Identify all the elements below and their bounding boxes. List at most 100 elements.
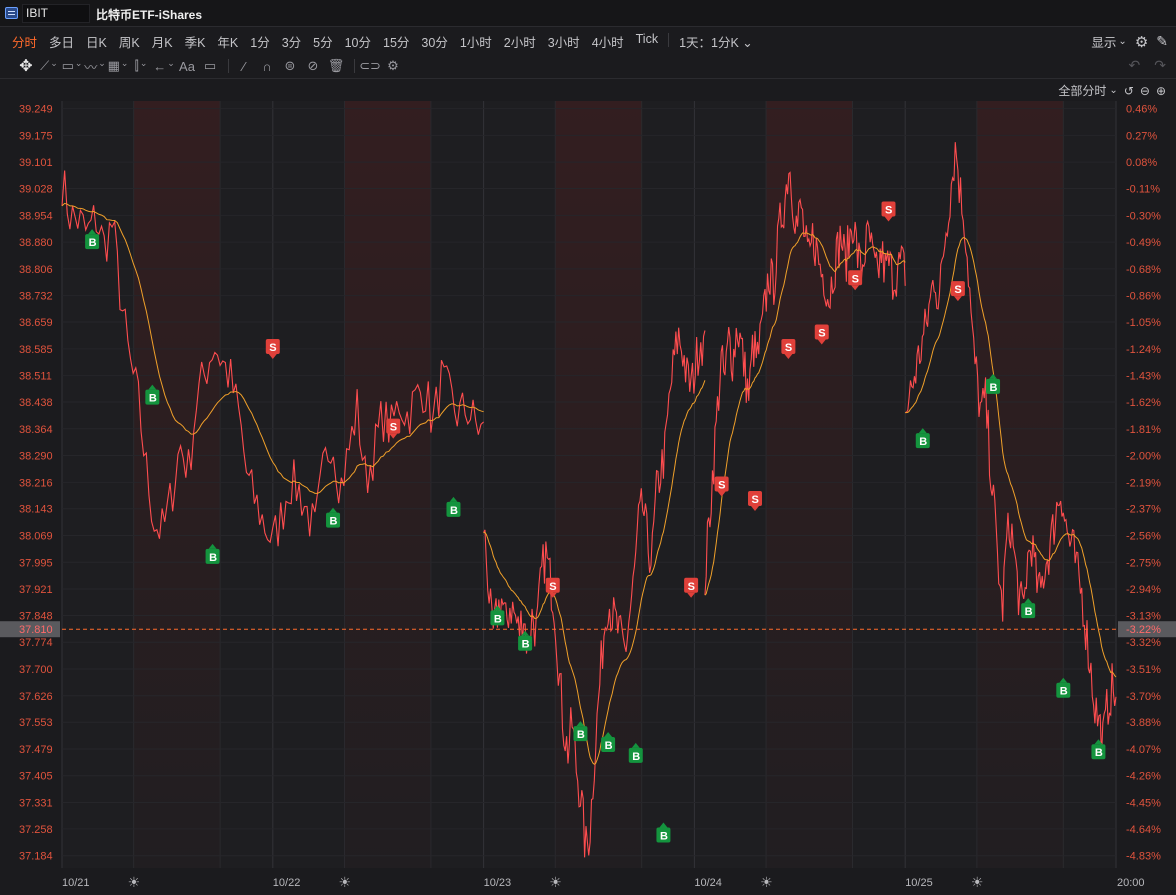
- period-tab[interactable]: 月K: [152, 32, 173, 51]
- magnet-icon[interactable]: ∩: [257, 57, 277, 75]
- zoom-in-icon[interactable]: ⊕: [1156, 84, 1166, 98]
- period-tab[interactable]: 多日: [49, 32, 74, 51]
- sun-icon: ☀: [760, 874, 773, 890]
- display-menu[interactable]: 显示: [1091, 32, 1116, 51]
- period-tab[interactable]: 2小时: [504, 32, 536, 51]
- pct-tick-label: -0.68%: [1126, 264, 1161, 276]
- period-tab[interactable]: 10分: [345, 32, 371, 51]
- pct-tick-label: -2.19%: [1126, 477, 1161, 489]
- period-tab[interactable]: 15分: [383, 32, 409, 51]
- marker-label: S: [852, 273, 859, 285]
- price-tick-label: 37.331: [19, 798, 53, 810]
- chart-canvas[interactable]: 39.249 0.46% 39.175 0.27% 39.101 0.08% 39.028 -…: [0, 79, 1176, 895]
- marker-label: S: [818, 328, 825, 340]
- period-tab[interactable]: 1小时: [460, 32, 492, 51]
- rectangle-tool-icon[interactable]: ▭: [62, 57, 82, 75]
- instrument-title: 比特币ETF-iShares: [96, 8, 203, 22]
- marker-label: S: [885, 205, 892, 217]
- period-tab[interactable]: 3小时: [548, 32, 580, 51]
- date-label: 10/23: [484, 877, 512, 889]
- comment-tool-icon[interactable]: ▭: [200, 57, 220, 75]
- period-tab[interactable]: 30分: [421, 32, 447, 51]
- pct-tick-label: -0.49%: [1126, 237, 1161, 249]
- period-tab[interactable]: Tick: [636, 32, 658, 51]
- display-controls: 显示 ⌄ ⚙ ✎: [1083, 32, 1168, 51]
- period-tab[interactable]: 1分: [250, 32, 269, 51]
- period-tab[interactable]: 年K: [217, 32, 238, 51]
- redo-icon[interactable]: ↷: [1154, 57, 1166, 74]
- price-tick-label: 38.954: [19, 210, 53, 222]
- day-interval-select[interactable]: 1天：1分K ⌄: [679, 32, 753, 51]
- pct-tick-label: -4.83%: [1126, 851, 1161, 863]
- marker-label: S: [752, 494, 759, 506]
- price-tick-label: 38.585: [19, 344, 53, 356]
- pct-tick-label: -0.86%: [1126, 291, 1161, 303]
- period-tab[interactable]: 3分: [282, 32, 301, 51]
- period-tab[interactable]: 周K: [119, 32, 140, 51]
- wave-tool-icon[interactable]: 〰: [84, 57, 105, 75]
- pct-tick-label: -3.13%: [1126, 610, 1161, 622]
- move-icon[interactable]: ✥: [16, 57, 36, 75]
- pct-tick-label: -0.30%: [1126, 210, 1161, 222]
- fibonacci-tool-icon[interactable]: ▦: [108, 57, 128, 75]
- trash-icon[interactable]: 🗑: [326, 57, 346, 75]
- price-tick-label: 38.069: [19, 531, 53, 543]
- marker-label: B: [660, 830, 668, 842]
- period-tab[interactable]: 4小时: [592, 32, 624, 51]
- pct-tick-label: -2.00%: [1126, 451, 1161, 463]
- pct-tick-label: -2.56%: [1126, 531, 1161, 543]
- tool-settings-icon[interactable]: ⚙: [383, 57, 403, 75]
- price-tick-label: 38.511: [19, 371, 52, 383]
- period-tab[interactable]: 日K: [86, 32, 107, 51]
- period-tab[interactable]: 分时: [12, 32, 37, 51]
- undo-icon[interactable]: ↶: [1129, 57, 1141, 74]
- price-tick-label: 37.626: [19, 691, 53, 703]
- pct-tick-label: -1.81%: [1126, 424, 1161, 436]
- pct-tick-label: -1.43%: [1126, 371, 1161, 383]
- current-price-value: 37.810: [19, 624, 53, 636]
- price-tick-label: 38.290: [19, 451, 53, 463]
- end-time-label: 20:00: [1117, 877, 1145, 889]
- period-bar: 分时 多日 日K 周K 月K 季K 年K 1分 3分 5分 10分 15分 30分 1小时 2小时 3小时 4小…: [0, 27, 1176, 53]
- lock-icon[interactable]: ⊜: [280, 57, 300, 75]
- chevron-down-icon[interactable]: ⌄: [1118, 36, 1126, 47]
- intraday-chart[interactable]: 39.249 0.46% 39.175 0.27% 39.101 0.08% 39.028 -…: [0, 79, 1176, 895]
- price-tick-label: 37.479: [19, 744, 53, 756]
- text-tool-icon[interactable]: Aa: [177, 57, 197, 75]
- pitchfork-tool-icon[interactable]: ⫿: [131, 57, 151, 75]
- link-icon[interactable]: ⊂⊃: [359, 57, 381, 75]
- chevron-down-icon[interactable]: ⌄: [1109, 85, 1117, 96]
- price-tick-label: 38.438: [19, 397, 53, 409]
- period-tab[interactable]: 5分: [313, 32, 332, 51]
- marker-label: S: [549, 581, 556, 593]
- all-period-control: 全部分时 ⌄ ↺ ⊖ ⊕: [1052, 82, 1166, 99]
- date-label: 10/25: [905, 877, 933, 889]
- pct-tick-label: -4.07%: [1126, 744, 1161, 756]
- pencil-icon[interactable]: ✎: [1156, 33, 1168, 50]
- pct-tick-label: 0.08%: [1126, 157, 1157, 169]
- reset-icon[interactable]: ↺: [1124, 84, 1134, 98]
- sun-icon: ☀: [128, 874, 141, 890]
- date-label: 10/22: [273, 877, 301, 889]
- period-tab[interactable]: 季K: [185, 32, 206, 51]
- marker-label: B: [990, 382, 998, 394]
- pct-tick-label: -2.37%: [1126, 504, 1161, 516]
- date-label: 10/21: [62, 877, 90, 889]
- price-tick-label: 37.921: [19, 584, 53, 596]
- ruler-icon[interactable]: ∕: [234, 57, 254, 75]
- gear-icon[interactable]: ⚙: [1135, 33, 1148, 51]
- all-period-select[interactable]: 全部分时: [1058, 82, 1106, 99]
- marker-label: B: [632, 751, 640, 763]
- price-tick-label: 38.216: [19, 477, 53, 489]
- zoom-out-icon[interactable]: ⊖: [1140, 84, 1150, 98]
- symbol-input[interactable]: IBIT: [22, 4, 90, 23]
- marker-label: B: [149, 393, 157, 405]
- symbol-list-icon[interactable]: [5, 7, 18, 19]
- arrow-tool-icon[interactable]: ←: [153, 57, 174, 75]
- hide-icon[interactable]: ⊘: [303, 57, 323, 75]
- drawing-toolbar: ✥ ⟋ ▭ 〰 ▦ ⫿ ← Aa ▭ ∕ ∩ ⊜ ⊘ 🗑 ⊂⊃ ⚙ ↶ ↷: [0, 53, 1176, 79]
- price-tick-label: 37.848: [19, 610, 53, 622]
- line-tool-icon[interactable]: ⟋: [39, 57, 59, 75]
- price-tick-label: 37.995: [19, 557, 53, 569]
- price-tick-label: 38.659: [19, 317, 53, 329]
